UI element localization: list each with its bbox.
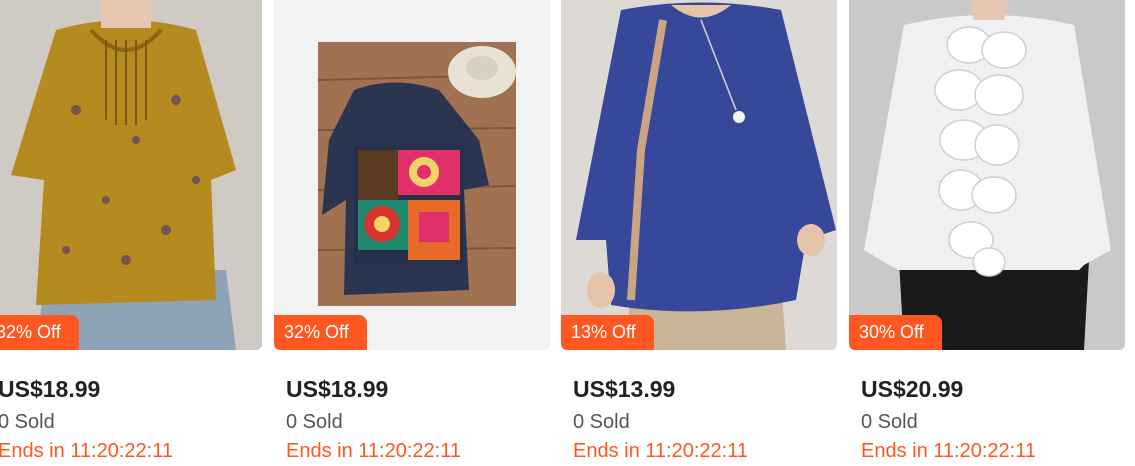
countdown-timer: Ends in 11:20:22:11 [861,440,1036,462]
discount-badge: 30% Off [849,315,942,350]
product-image[interactable]: 32% Off [274,0,550,350]
blue-linen-top-photo [561,0,837,350]
countdown-timer: Ends in 11:20:22:11 [0,440,173,462]
sold-count: 0 Sold [0,411,55,433]
product-price: US$18.99 [286,376,389,402]
product-card[interactable]: 13% Off US$13.99 0 Sold Ends in 11:20:22… [561,0,837,466]
discount-badge: 32% Off [274,315,367,350]
product-price: US$20.99 [861,376,964,402]
product-price: US$13.99 [573,376,676,402]
product-card[interactable]: 32% Off US$18.99 0 Sold Ends in 11:20:22… [274,0,550,466]
product-card[interactable]: 30% Off US$20.99 0 Sold Ends in 11:20:22… [849,0,1125,466]
product-image[interactable]: 30% Off [849,0,1125,350]
countdown-timer: Ends in 11:20:22:11 [286,440,461,462]
navy-patchwork-shirt-photo [274,0,550,350]
sold-count: 0 Sold [861,411,918,433]
product-card[interactable]: 32% Off US$18.99 0 Sold Ends in 11:20:22… [0,0,262,466]
discount-badge: 13% Off [561,315,654,350]
discount-badge: 32% Off [0,315,79,350]
product-image[interactable]: 13% Off [561,0,837,350]
sold-count: 0 Sold [573,411,630,433]
countdown-timer: Ends in 11:20:22:11 [573,440,748,462]
product-image[interactable]: 32% Off [0,0,262,350]
mustard-floral-blouse-photo [0,0,262,350]
sold-count: 0 Sold [286,411,343,433]
product-price: US$18.99 [0,376,101,402]
white-ruffle-blouse-photo [849,0,1125,350]
product-grid: 32% Off US$18.99 0 Sold Ends in 11:20:22… [0,0,1135,466]
